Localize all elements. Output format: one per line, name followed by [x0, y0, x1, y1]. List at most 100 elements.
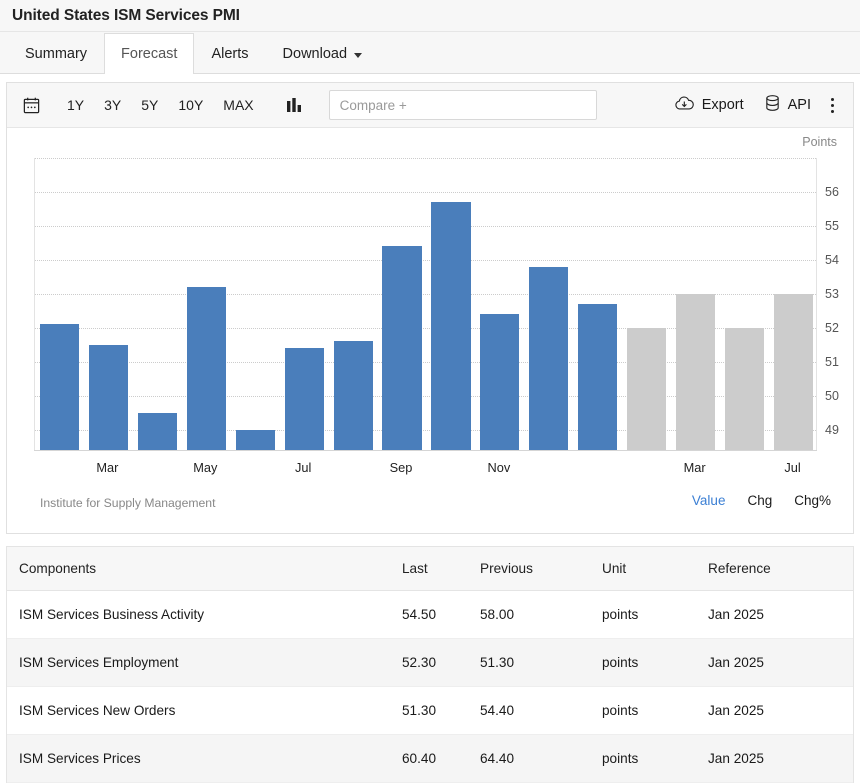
bar-chart-icon[interactable]: [286, 97, 303, 113]
gridline: [35, 192, 816, 193]
table-head: Components Last Previous Unit Reference: [7, 547, 853, 591]
x-axis-line: [34, 450, 817, 451]
tab-forecast[interactable]: Forecast: [104, 33, 194, 74]
plot-canvas: [34, 158, 817, 450]
cell-unit: points: [602, 639, 708, 687]
calendar-icon[interactable]: [17, 91, 45, 119]
metric-value[interactable]: Value: [692, 493, 726, 508]
cell-previous: 58.00: [480, 591, 602, 639]
cell-component-name: ISM Services New Orders: [7, 687, 402, 735]
api-button[interactable]: API: [754, 90, 821, 121]
y-axis-tick-label: 52: [825, 321, 839, 335]
x-axis-tick-label: May: [193, 460, 217, 475]
table-header-row: Components Last Previous Unit Reference: [7, 547, 853, 591]
chart-bar[interactable]: [578, 304, 617, 450]
chart-bar[interactable]: [627, 328, 666, 450]
database-icon: [764, 94, 781, 117]
cell-unit: points: [602, 591, 708, 639]
table-row[interactable]: ISM Services New Orders51.3054.40pointsJ…: [7, 687, 853, 735]
x-axis-tick-label: Sep: [390, 460, 413, 475]
x-axis-tick-label: Jul: [784, 460, 800, 475]
table-row[interactable]: ISM Services Employment52.3051.30pointsJ…: [7, 639, 853, 687]
y-axis-tick-label: 55: [825, 219, 839, 233]
y-axis-tick-label: 53: [825, 287, 839, 301]
x-axis-tick-label: Nov: [488, 460, 511, 475]
metric-chg[interactable]: Chg: [747, 493, 772, 508]
toolbar-actions: Export API: [664, 90, 843, 121]
tab-download[interactable]: Download: [266, 33, 380, 74]
tab-bar: Summary Forecast Alerts Download: [0, 32, 860, 74]
cell-previous: 54.40: [480, 687, 602, 735]
metric-chgpct[interactable]: Chg%: [794, 493, 831, 508]
range-max[interactable]: MAX: [213, 93, 263, 117]
tab-download-label: Download: [283, 46, 348, 62]
chart-bar[interactable]: [529, 267, 568, 450]
cell-reference: Jan 2025: [708, 639, 853, 687]
cell-component-name: ISM Services Employment: [7, 639, 402, 687]
chart-bar[interactable]: [236, 430, 275, 450]
cell-component-name: ISM Services Business Activity: [7, 591, 402, 639]
cell-previous: 51.30: [480, 639, 602, 687]
chart-bar[interactable]: [725, 328, 764, 450]
chart-bar[interactable]: [138, 413, 177, 450]
tab-alerts[interactable]: Alerts: [194, 33, 265, 74]
chart-bar[interactable]: [40, 324, 79, 450]
cell-reference: Jan 2025: [708, 591, 853, 639]
y-axis-tick-label: 51: [825, 355, 839, 369]
page-title: United States ISM Services PMI: [12, 7, 240, 25]
table-row[interactable]: ISM Services Business Activity54.5058.00…: [7, 591, 853, 639]
cell-last: 51.30: [402, 687, 480, 735]
x-axis-tick-label: Mar: [684, 460, 706, 475]
tab-summary-label: Summary: [25, 46, 87, 62]
tab-alerts-label: Alerts: [211, 46, 248, 62]
table-body: ISM Services Business Activity54.5058.00…: [7, 591, 853, 783]
y-axis-tick-label: 56: [825, 185, 839, 199]
y-axis-tick-label: 50: [825, 389, 839, 403]
chart-bar[interactable]: [187, 287, 226, 450]
x-axis-tick-label: Jul: [295, 460, 311, 475]
column-header-previous: Previous: [480, 547, 602, 591]
chevron-down-icon: [354, 53, 362, 58]
range-1y[interactable]: 1Y: [57, 93, 94, 117]
compare-placeholder: Compare +: [340, 98, 407, 113]
cell-last: 52.30: [402, 639, 480, 687]
chart-bar[interactable]: [285, 348, 324, 450]
compare-input[interactable]: Compare +: [329, 90, 597, 120]
chart-bar[interactable]: [382, 246, 421, 450]
plot-area: Points 56 55 54 53 52 51 50 49 Mar May Jul Sep Nov M…: [7, 128, 853, 534]
chart-card: 1Y 3Y 5Y 10Y MAX Compare +: [6, 82, 854, 534]
tab-summary[interactable]: Summary: [8, 33, 104, 74]
kebab-menu-icon[interactable]: [821, 94, 843, 117]
metric-toggle-group: Value Chg Chg%: [692, 493, 831, 508]
gridline: [35, 226, 816, 227]
chart-bar[interactable]: [774, 294, 813, 450]
page-header: United States ISM Services PMI: [0, 0, 860, 32]
column-header-components: Components: [7, 547, 402, 591]
gridline: [35, 260, 816, 261]
x-axis-tick-label: Mar: [96, 460, 118, 475]
chart-bar[interactable]: [89, 345, 128, 450]
cell-last: 54.50: [402, 591, 480, 639]
cell-reference: Jan 2025: [708, 687, 853, 735]
range-3y[interactable]: 3Y: [94, 93, 131, 117]
components-table: Components Last Previous Unit Reference …: [7, 547, 853, 783]
y-axis-unit-label: Points: [802, 135, 837, 149]
y-axis-tick-label: 49: [825, 423, 839, 437]
chart-bar[interactable]: [334, 341, 373, 450]
export-button[interactable]: Export: [664, 91, 754, 120]
components-table-card: Components Last Previous Unit Reference …: [6, 546, 854, 783]
chart-toolbar: 1Y 3Y 5Y 10Y MAX Compare +: [7, 83, 853, 128]
chart-source: Institute for Supply Management: [40, 496, 215, 510]
chart-bar[interactable]: [480, 314, 519, 450]
cloud-download-icon: [674, 95, 695, 116]
tab-forecast-label: Forecast: [121, 46, 177, 62]
export-label: Export: [702, 97, 744, 113]
chart-bar[interactable]: [431, 202, 470, 450]
column-header-reference: Reference: [708, 547, 853, 591]
chart-bar[interactable]: [676, 294, 715, 450]
column-header-unit: Unit: [602, 547, 708, 591]
column-header-last: Last: [402, 547, 480, 591]
range-5y[interactable]: 5Y: [131, 93, 168, 117]
y-axis-tick-label: 54: [825, 253, 839, 267]
range-10y[interactable]: 10Y: [168, 93, 213, 117]
